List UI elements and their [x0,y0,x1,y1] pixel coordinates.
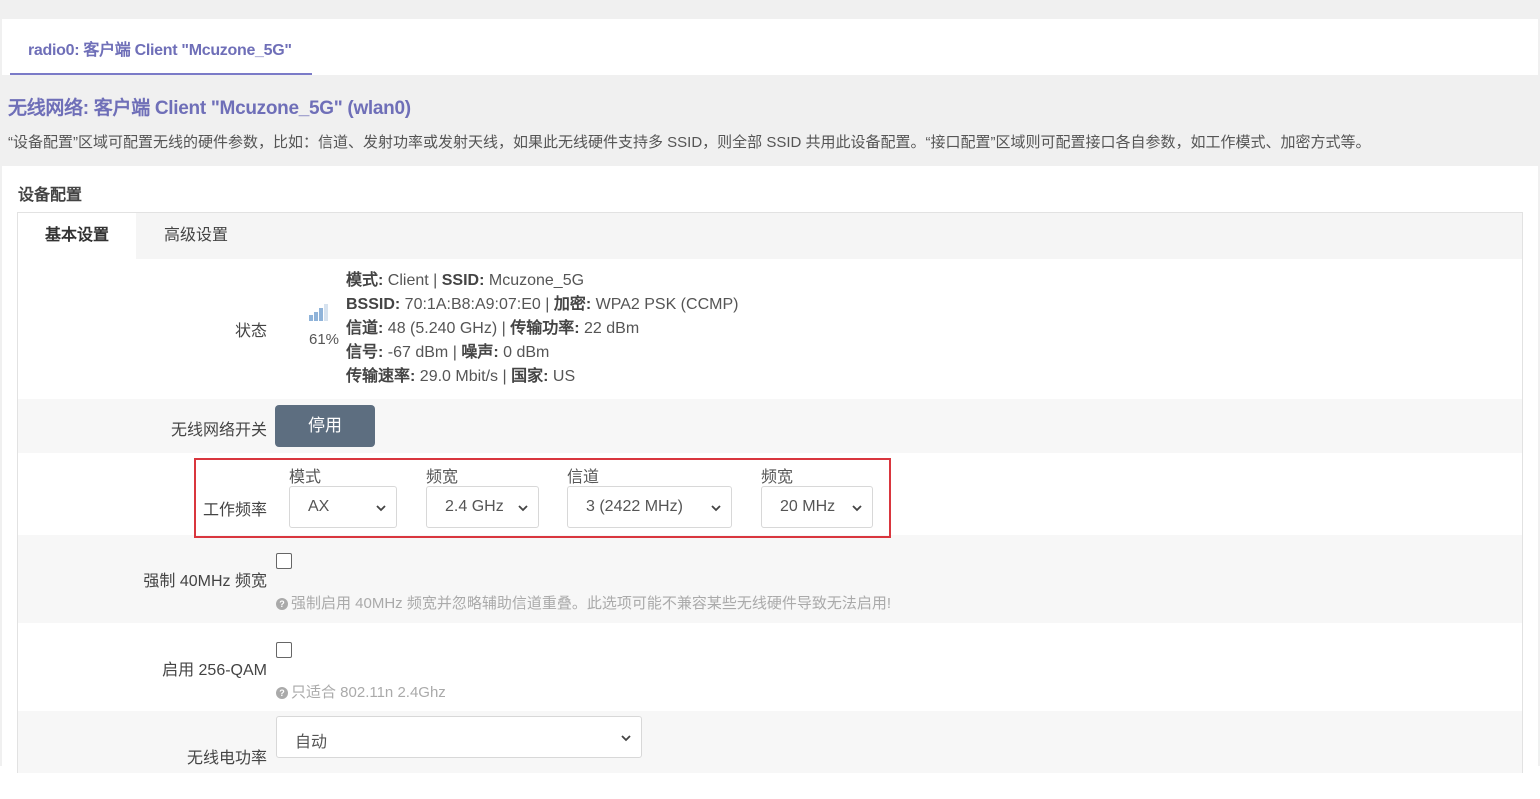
section-title: 设备配置 [18,187,83,204]
qam256-label: 启用 256-QAM [162,662,267,679]
status-line-signal: 信号: -67 dBm | 噪声: 0 dBm [346,344,550,361]
wireless-switch-label: 无线网络开关 [170,422,267,439]
disable-button[interactable]: 停用 [275,405,375,447]
status-line-channel: 信道: 48 (5.240 GHz) | 传输功率: 22 dBm [346,320,640,337]
txpower-select[interactable]: 自动 [276,716,642,758]
mode-select[interactable]: AX [289,486,397,528]
qam256-hint: ? 只适合 802.11n 2.4Ghz [276,681,446,702]
subtab-bar: 基本设置 高级设置 [18,213,1522,259]
signal-percent: 61% [309,331,340,348]
signal-icon [309,304,328,321]
device-config-card: 设备配置 基本设置 高级设置 状态 61% 模式: Client | SSID:… [2,166,1538,773]
page-title: 无线网络: 客户端 Client "Mcuzone_5G" (wlan0) [8,98,411,119]
chevron-down-icon [376,505,386,512]
chevron-down-icon [621,735,631,742]
tab-bar: radio0: 客户端 Client "Mcuzone_5G" [2,19,1538,75]
force40-hint: ? 强制启用 40MHz 频宽并忽略辅助信道重叠。此选项可能不兼容某些无线硬件导致… [276,592,891,613]
status-details: 模式: Client | SSID: Mcuzone_5G BSSID: 70:… [346,269,738,389]
chevron-down-icon [518,505,528,512]
subtab-basic[interactable]: 基本设置 [18,213,136,259]
frequency-label: 工作频率 [202,502,267,519]
help-icon: ? [276,687,288,699]
width-select[interactable]: 20 MHz [761,486,873,528]
txpower-row: 无线电功率 自动 [18,711,1522,773]
band-label: 频宽 [426,469,459,486]
band-select[interactable]: 2.4 GHz [426,486,539,528]
qam256-row: 启用 256-QAM ? 只适合 802.11n 2.4Ghz [18,623,1522,711]
mode-label: 模式 [289,469,322,486]
wireless-switch-row: 无线网络开关 停用 [18,399,1522,453]
status-line-mode: 模式: Client | SSID: Mcuzone_5G [346,272,585,289]
force40-label: 强制 40MHz 频宽 [143,573,267,590]
channel-select[interactable]: 3 (2422 MHz) [567,486,732,528]
tab-radio0[interactable]: radio0: 客户端 Client "Mcuzone_5G" [10,19,312,75]
page-description: “设备配置”区域可配置无线的硬件参数，比如：信道、发射功率或发射天线，如果此无线… [8,134,1371,151]
status-line-rate: 传输速率: 29.0 Mbit/s | 国家: US [346,368,576,385]
status-row: 状态 61% 模式: Client | SSID: Mcuzone_5G BSS… [18,259,1522,399]
tab-radio0-label: radio0: 客户端 Client "Mcuzone_5G" [28,42,292,59]
frequency-row: 工作频率 模式 AX 频宽 2.4 GHz 信道 3 (2422 MHz) 频宽… [18,453,1522,535]
chevron-down-icon [711,505,721,512]
help-icon: ? [276,598,288,610]
device-config-panel: 基本设置 高级设置 状态 61% 模式: Client | SSID: Mcuz… [17,212,1523,773]
force40-checkbox[interactable] [276,553,292,569]
txpower-label: 无线电功率 [186,750,267,767]
channel-label: 信道 [567,469,600,486]
width-label: 频宽 [761,469,794,486]
qam256-checkbox[interactable] [276,642,292,658]
subtab-advanced[interactable]: 高级设置 [136,213,256,259]
status-label: 状态 [234,323,267,340]
status-line-bssid: BSSID: 70:1A:B8:A9:07:E0 | 加密: WPA2 PSK … [346,296,739,313]
force40-row: 强制 40MHz 频宽 ? 强制启用 40MHz 频宽并忽略辅助信道重叠。此选项可… [18,535,1522,623]
chevron-down-icon [852,505,862,512]
